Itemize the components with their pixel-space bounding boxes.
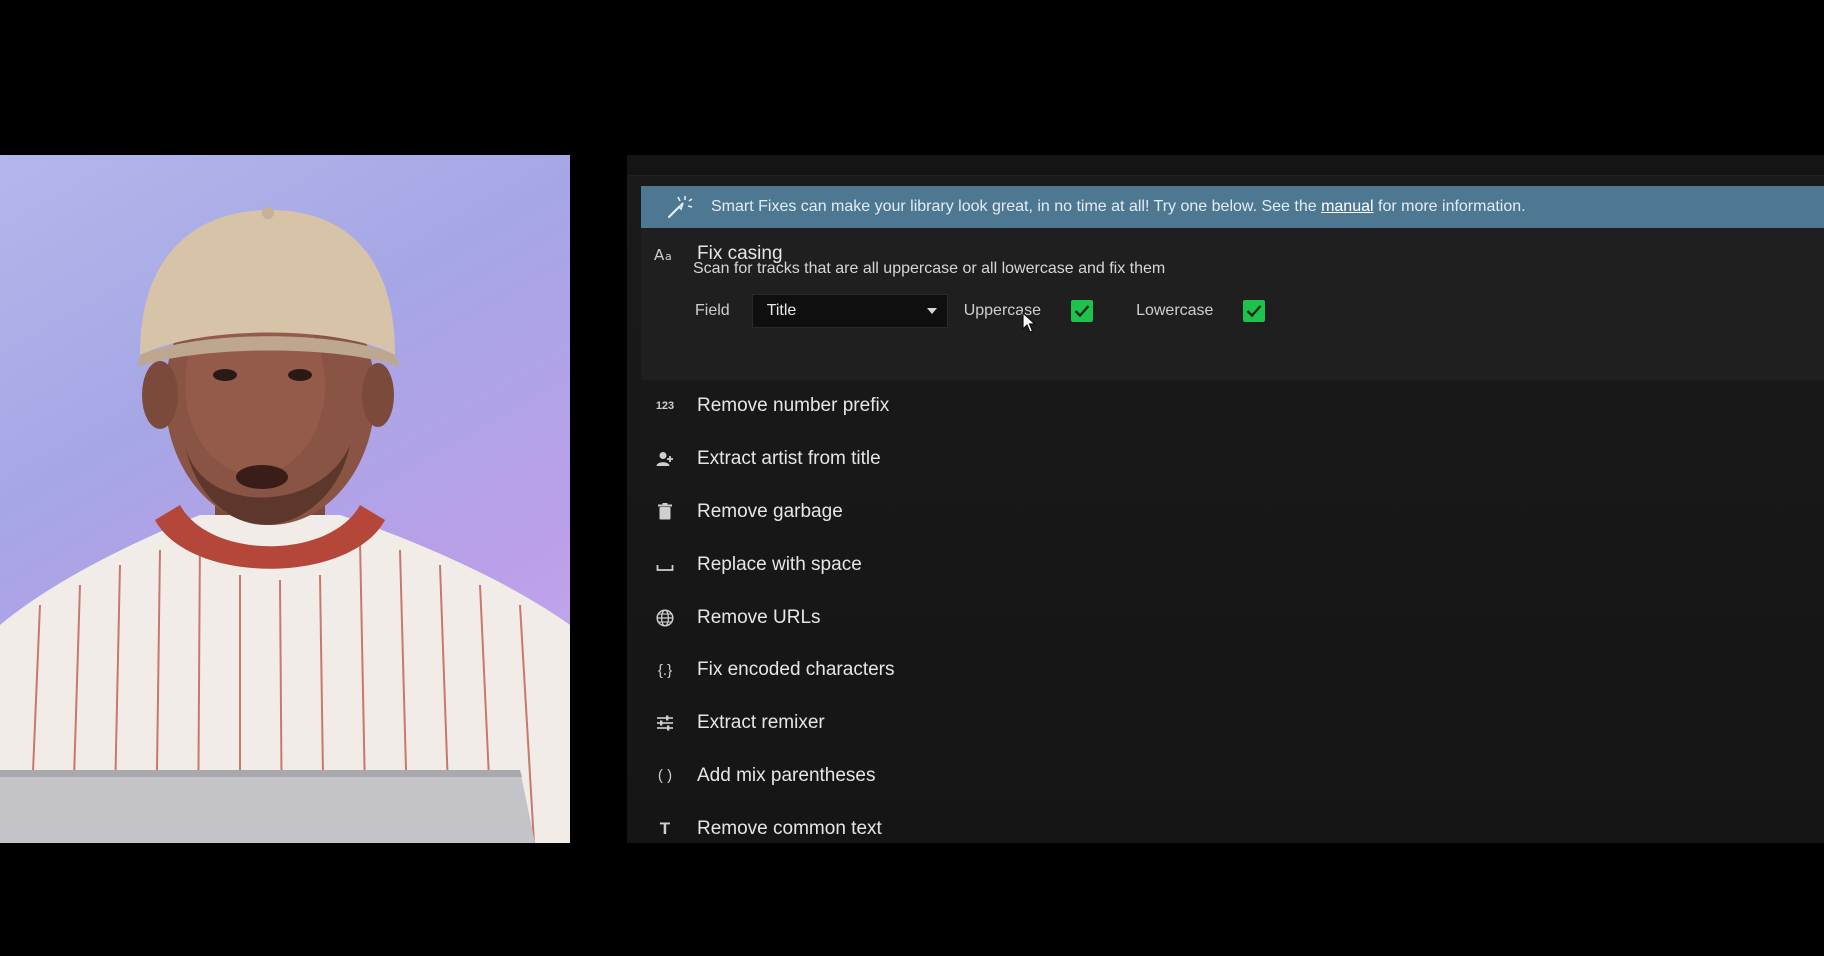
field-select[interactable]: Title — [751, 294, 948, 328]
banner-text: Smart Fixes can make your library look g… — [711, 198, 1526, 216]
checkmark-icon — [1074, 305, 1090, 318]
number-123-icon: 123 — [655, 400, 675, 413]
fix-casing-card: A a Fix casing Scan for tracks that are … — [641, 228, 1824, 380]
app-window: Smart Fixes can make your library look g… — [627, 155, 1824, 843]
app-topbar — [627, 155, 1824, 176]
fix-item-fix-encoded-characters[interactable]: {.} Fix encoded characters — [641, 644, 1341, 697]
fix-item-label: Remove number prefix — [697, 395, 890, 417]
lowercase-checkbox[interactable] — [1243, 300, 1266, 322]
fix-item-remove-urls[interactable]: Remove URLs — [641, 591, 1341, 644]
magic-wand-icon — [661, 189, 697, 225]
fix-item-replace-with-space[interactable]: Replace with space — [641, 538, 1341, 591]
fix-item-label: Add mix parentheses — [697, 764, 876, 786]
parentheses-icon: ( ) — [657, 767, 673, 785]
fix-item-remove-number-prefix[interactable]: 123 Remove number prefix — [641, 380, 1341, 433]
fix-item-label: Fix encoded characters — [697, 659, 895, 681]
svg-text:a: a — [665, 250, 672, 262]
presenter-image — [0, 207, 570, 843]
field-label: Field — [695, 302, 730, 319]
person-add-icon — [653, 447, 677, 471]
fix-item-label: Remove garbage — [697, 500, 843, 522]
checkmark-icon — [1247, 305, 1262, 318]
field-select-value: Title — [766, 302, 797, 319]
fix-casing-options: Field Title Uppercase Lowercase — [695, 292, 1266, 330]
banner-text-after: for more information. — [1373, 198, 1526, 215]
video-frame: Smart Fixes can make your library look g… — [0, 0, 1824, 956]
banner-text-before: Smart Fixes can make your library look g… — [711, 198, 1322, 215]
fix-item-label: Replace with space — [697, 553, 862, 575]
fix-item-extract-artist[interactable]: Extract artist from title — [641, 433, 1341, 486]
fix-item-remove-garbage[interactable]: Remove garbage — [641, 486, 1341, 539]
info-banner: Smart Fixes can make your library look g… — [641, 186, 1824, 228]
trash-icon — [653, 500, 677, 524]
fix-item-label: Extract remixer — [697, 712, 825, 734]
fix-item-label: Remove URLs — [697, 606, 821, 628]
fix-item-label: Extract artist from title — [697, 448, 881, 470]
fix-item-extract-remixer[interactable]: Extract remixer — [641, 697, 1341, 750]
webcam-overlay — [0, 155, 570, 843]
fix-item-label: Remove common text — [697, 817, 882, 839]
fix-item-remove-common-text[interactable]: T Remove common text — [641, 802, 1341, 843]
svg-text:A: A — [654, 246, 665, 262]
globe-icon — [653, 606, 677, 630]
space-bar-icon — [653, 553, 677, 577]
sliders-icon — [653, 711, 677, 735]
text-t-icon: T — [659, 818, 671, 838]
fix-item-add-mix-parentheses[interactable]: ( ) Add mix parentheses — [641, 750, 1341, 803]
lowercase-label: Lowercase — [1136, 302, 1214, 319]
uppercase-checkbox[interactable] — [1071, 300, 1094, 322]
fix-casing-description: Scan for tracks that are all uppercase o… — [693, 260, 1166, 277]
manual-link[interactable]: manual — [1321, 198, 1373, 215]
mouse-cursor-icon — [1022, 312, 1037, 333]
text-case-icon: A a — [653, 242, 677, 266]
chevron-down-icon — [926, 308, 937, 314]
braces-icon: {.} — [657, 661, 673, 679]
smart-fixes-list: 123 Remove number prefix Extract artist … — [641, 380, 1341, 843]
